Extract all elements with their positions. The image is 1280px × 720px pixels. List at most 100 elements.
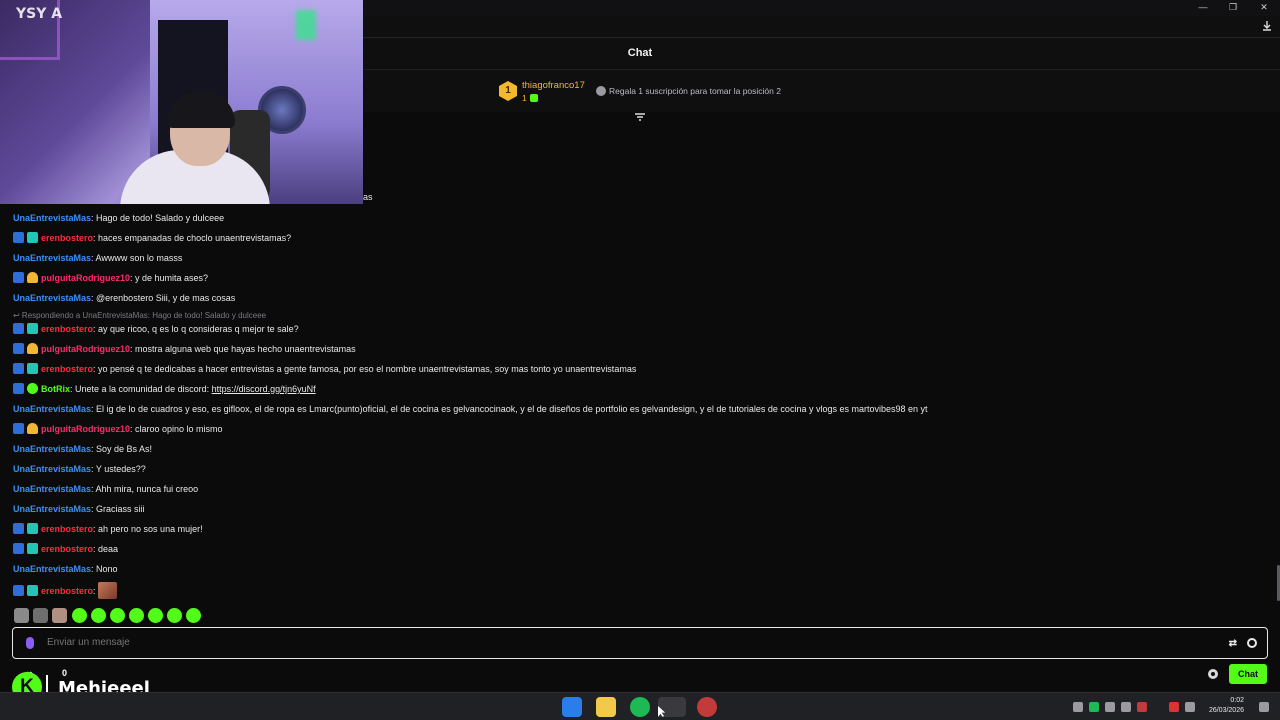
message-username[interactable]: erenbostero — [41, 364, 93, 374]
message-input[interactable] — [47, 637, 1147, 648]
message-username[interactable]: UnaEntrevistaMas — [13, 464, 91, 474]
maximize-button[interactable]: ❐ — [1222, 1, 1244, 14]
emote-shortcut-icon[interactable] — [110, 608, 125, 623]
emote-shortcut-icon[interactable] — [91, 608, 106, 623]
message-username[interactable]: UnaEntrevistaMas — [13, 444, 91, 454]
obscured-message-tail: as — [363, 192, 373, 202]
reply-context[interactable]: ↩ Respondiendo a UnaEntrevistaMas: Hago … — [13, 309, 266, 323]
pinned-username[interactable]: thiagofranco17 — [522, 80, 585, 91]
subscriber-badge-icon — [27, 543, 38, 554]
tray-alert-icon[interactable] — [1169, 702, 1179, 712]
message-username[interactable]: UnaEntrevistaMas — [13, 253, 91, 263]
message-username[interactable]: pulguitaRodriguez10 — [41, 273, 130, 283]
message-username[interactable]: UnaEntrevistaMas — [13, 404, 91, 414]
cam-green-light — [296, 10, 316, 40]
chat-message[interactable]: erenbostero: yo pensé q te dedicabas a h… — [13, 362, 636, 376]
emoji-icon[interactable] — [1247, 638, 1257, 648]
gifts-stat: 0 — [62, 668, 68, 678]
tray-steam-icon[interactable] — [1105, 702, 1115, 712]
close-button[interactable]: ✕ — [1253, 1, 1275, 14]
collapse-icon[interactable] — [634, 112, 646, 122]
message-username[interactable]: erenbostero — [41, 544, 93, 554]
message-text: : claroo opino lo mismo — [130, 424, 223, 434]
chat-message[interactable]: erenbostero: ay que ricoo, q es lo q con… — [13, 322, 299, 336]
emote-shortcut-icon[interactable] — [14, 608, 29, 623]
moderator-badge-icon — [13, 323, 24, 334]
chat-message[interactable]: erenbostero: ah pero no sos una mujer! — [13, 522, 203, 536]
chat-message[interactable]: pulguitaRodriguez10: mostra alguna web q… — [13, 342, 356, 356]
chat-send-button[interactable]: Chat — [1229, 664, 1267, 684]
volume-icon[interactable] — [1185, 702, 1195, 712]
notification-icon[interactable] — [1259, 702, 1269, 712]
discord-link[interactable]: https://discord.gg/tjn6yuNf — [212, 384, 316, 394]
chat-message[interactable]: UnaEntrevistaMas: Y ustedes?? — [13, 462, 146, 476]
message-username[interactable]: erenbostero — [41, 324, 93, 334]
file-explorer-icon[interactable] — [596, 697, 616, 717]
chat-message[interactable]: UnaEntrevistaMas: Nono — [13, 562, 118, 576]
message-text: : Awwww son lo masss — [91, 253, 183, 263]
message-username[interactable]: UnaEntrevistaMas — [13, 504, 91, 514]
chat-message[interactable]: erenbostero: — [13, 582, 118, 599]
message-text: : @erenbostero Siii, y de mas cosas — [91, 293, 236, 303]
message-username[interactable]: UnaEntrevistaMas — [13, 293, 91, 303]
chat-message[interactable]: UnaEntrevistaMas: Soy de Bs As! — [13, 442, 152, 456]
message-text: : Y ustedes?? — [91, 464, 146, 474]
gifter-badge-icon — [27, 423, 38, 434]
mic-icon[interactable] — [26, 637, 34, 649]
chat-message[interactable]: erenbostero: deaa — [13, 542, 118, 556]
download-icon[interactable] — [1260, 19, 1274, 33]
chat-message[interactable]: UnaEntrevistaMas: Ahh mira, nunca fui cr… — [13, 482, 198, 496]
emote-shortcut-icon[interactable] — [33, 608, 48, 623]
gear-icon[interactable] — [1208, 669, 1218, 679]
clock[interactable]: 0:02 26/03/2026 — [1209, 696, 1244, 716]
chat-message[interactable]: BotRix: Unete a la comunidad de discord:… — [13, 382, 316, 396]
message-username[interactable]: UnaEntrevistaMas — [13, 564, 91, 574]
message-username[interactable]: BotRix — [41, 384, 70, 394]
emote-shortcut-icon[interactable] — [167, 608, 182, 623]
message-username[interactable]: pulguitaRodriguez10 — [41, 424, 130, 434]
minimize-button[interactable]: — — [1192, 1, 1214, 14]
message-username[interactable]: UnaEntrevistaMas — [13, 484, 91, 494]
moderator-badge-icon — [13, 585, 24, 596]
webcam-overlay: YSY A — [0, 0, 363, 204]
emote-shortcut-icon[interactable] — [148, 608, 163, 623]
message-username[interactable]: erenbostero — [41, 524, 93, 534]
chat-message[interactable]: UnaEntrevistaMas: El ig de lo de cuadros… — [13, 402, 928, 416]
message-input-box[interactable]: ⇄ — [12, 627, 1268, 659]
emote-image — [98, 582, 118, 599]
chat-message[interactable]: pulguitaRodriguez10: y de humita ases? — [13, 271, 208, 285]
tray-nvidia-icon[interactable] — [1073, 702, 1083, 712]
app-icon[interactable] — [697, 697, 717, 717]
emote-shortcut-icon[interactable] — [186, 608, 201, 623]
subscription-icon — [530, 94, 538, 102]
message-text: : ay que ricoo, q es lo q consideras q m… — [93, 324, 299, 334]
translate-icon[interactable]: ⇄ — [1229, 638, 1237, 649]
message-text: : haces empanadas de choclo unaentrevist… — [93, 233, 292, 243]
message-username[interactable]: erenbostero — [41, 586, 93, 596]
message-username[interactable]: UnaEntrevistaMas — [13, 213, 91, 223]
cam-wall-logo: YSY A — [16, 6, 63, 22]
emote-shortcut-icon[interactable] — [72, 608, 87, 623]
chat-message[interactable]: erenbostero: haces empanadas de choclo u… — [13, 231, 291, 245]
chat-message[interactable]: UnaEntrevistaMas: Graciass siii — [13, 502, 145, 516]
chat-message[interactable]: UnaEntrevistaMas: @erenbostero Siii, y d… — [13, 291, 235, 305]
subscriber-badge-icon — [27, 585, 38, 596]
chat-message[interactable]: UnaEntrevistaMas: Hago de todo! Salado y… — [13, 211, 224, 225]
start-icon[interactable] — [562, 697, 582, 717]
message-text: : Graciass siii — [91, 504, 145, 514]
windows-taskbar: 0:02 26/03/2026 — [0, 692, 1280, 720]
chat-message[interactable]: pulguitaRodriguez10: claroo opino lo mis… — [13, 422, 223, 436]
spotify-icon[interactable] — [630, 697, 650, 717]
tray-spotify-icon[interactable] — [1089, 702, 1099, 712]
emote-shortcut-icon[interactable] — [129, 608, 144, 623]
message-text: : El ig de lo de cuadros y eso, es giflo… — [91, 404, 928, 414]
message-text: : yo pensé q te dedicabas a hacer entrev… — [93, 364, 637, 374]
tray-obs-icon[interactable] — [1137, 702, 1147, 712]
emote-shortcut-icon[interactable] — [52, 608, 67, 623]
subscriber-badge-icon — [27, 323, 38, 334]
message-username[interactable]: erenbostero — [41, 233, 93, 243]
clock-date: 26/03/2026 — [1208, 707, 1244, 714]
tray-app-icon[interactable] — [1121, 702, 1131, 712]
chat-message[interactable]: UnaEntrevistaMas: Awwww son lo masss — [13, 251, 182, 265]
message-username[interactable]: pulguitaRodriguez10 — [41, 344, 130, 354]
